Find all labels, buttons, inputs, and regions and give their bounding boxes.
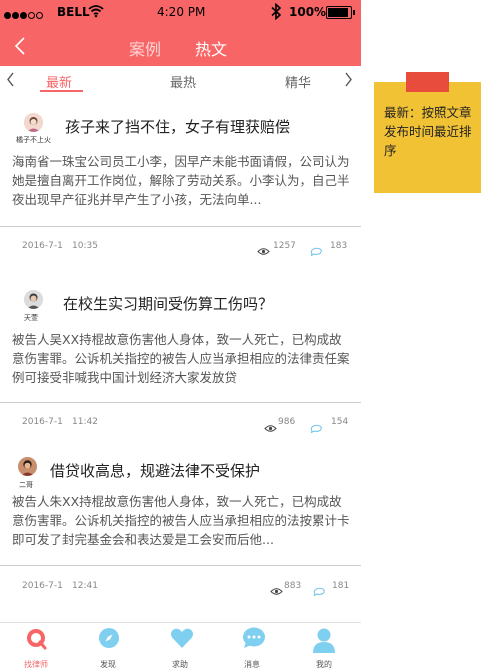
status-bar: BELL 4:20 PM 100% (0, 0, 361, 26)
article-excerpt: 被告人吴XX持棍故意伤害他人身体，致一人死亡，已构成故意伤害罪。公诉机关指控的被… (12, 332, 350, 385)
bottom-tab-bar: 找律师 发现 求助 消息 我的 (0, 623, 361, 671)
annotation-note: 最新：按照文章发布时间最近排序 (374, 72, 481, 193)
eye-icon (270, 581, 283, 600)
note-tab (406, 72, 449, 92)
author-name: 橘子不上火 (16, 136, 51, 144)
author-name: 天萱 (24, 314, 38, 322)
article-card[interactable]: 天萱 在校生实习期间受伤算工伤吗？ 被告人吴XX持棍故意伤害他人身体，致一人死亡… (0, 278, 361, 438)
comment-icon[interactable] (310, 418, 323, 437)
bottom-tab-profile[interactable]: 我的 (288, 623, 360, 671)
battery-icon (326, 6, 355, 19)
tab-cases[interactable]: 案例 (129, 36, 161, 60)
author-avatar[interactable] (18, 457, 37, 476)
bottom-tab-label: 找律师 (24, 660, 48, 669)
article-date: 2016-7-1 (22, 417, 63, 427)
article-card[interactable]: 二哥 借贷收高息，规避法律不受保护 被告人朱XX持棍故意伤害他人身体，致一人死亡… (0, 446, 361, 606)
wifi-icon (88, 4, 104, 21)
battery-percent: 100% (289, 5, 327, 19)
nav-bar: 案例 热文 (0, 26, 361, 66)
author-name: 二哥 (19, 481, 33, 489)
view-count: 883 (284, 581, 302, 591)
chevron-right-icon[interactable] (344, 71, 353, 92)
article-time: 12:41 (72, 581, 98, 591)
carrier-label: BELL (57, 5, 90, 19)
article-date: 2016-7-1 (22, 581, 63, 591)
chevron-left-icon[interactable] (6, 71, 15, 92)
article-title[interactable]: 借贷收高息，规避法律不受保护 (50, 460, 260, 481)
bottom-tab-help[interactable]: 求助 (144, 623, 216, 671)
bottom-tab-discover[interactable]: 发现 (72, 623, 144, 671)
tab-hot-articles[interactable]: 热文 (195, 36, 227, 60)
bottom-tab-label: 求助 (172, 660, 188, 669)
signal-icon (4, 8, 44, 22)
phone-screen: BELL 4:20 PM 100% 案例 热文 最新 最热 精华 橘子不上火 孩… (0, 0, 361, 671)
divider (0, 226, 361, 227)
back-arrow-icon[interactable] (14, 36, 26, 60)
search-icon (25, 627, 49, 657)
comment-count: 181 (332, 581, 350, 591)
article-card[interactable]: 橘子不上火 孩子来了挡不住，女子有理获赔偿 海南省一珠宝公司员工小李，因早产未能… (0, 96, 361, 265)
article-excerpt: 海南省一珠宝公司员工小李，因早产未能书面请假，公司认为她是擅自离开工作岗位，解除… (12, 154, 350, 207)
eye-icon (257, 241, 270, 260)
article-title[interactable]: 在校生实习期间受伤算工伤吗？ (63, 293, 273, 314)
user-icon (313, 627, 335, 657)
author-avatar[interactable] (24, 290, 43, 309)
compass-icon (98, 627, 120, 653)
comment-icon[interactable] (310, 241, 323, 260)
article-time: 11:42 (72, 417, 98, 427)
annotation-text: 最新：按照文章发布时间最近排序 (384, 105, 472, 158)
divider (0, 402, 361, 403)
bottom-tab-find-lawyer[interactable]: 找律师 (0, 623, 72, 671)
comment-icon[interactable] (313, 581, 326, 600)
sub-tab-hottest[interactable]: 最热 (170, 72, 196, 91)
view-count: 1257 (273, 241, 296, 251)
sub-tab-bar: 最新 最热 精华 (0, 66, 361, 96)
sub-tab-featured[interactable]: 精华 (285, 72, 311, 91)
author-avatar[interactable] (24, 113, 43, 132)
comment-count: 183 (330, 241, 348, 251)
bottom-tab-messages[interactable]: 消息 (216, 623, 288, 671)
divider (0, 565, 361, 566)
heart-icon (170, 627, 194, 653)
article-time: 10:35 (72, 241, 98, 251)
view-count: 986 (278, 417, 296, 427)
chat-icon (242, 627, 266, 653)
eye-icon (264, 418, 277, 437)
status-time: 4:20 PM (157, 5, 206, 19)
bluetooth-icon (270, 2, 282, 23)
article-date: 2016-7-1 (22, 241, 63, 251)
bottom-tab-label: 发现 (100, 660, 116, 669)
sub-tab-newest[interactable]: 最新 (46, 72, 72, 91)
comment-count: 154 (331, 417, 349, 427)
article-title[interactable]: 孩子来了挡不住，女子有理获赔偿 (65, 116, 290, 137)
bottom-tab-label: 我的 (316, 660, 332, 669)
bottom-tab-label: 消息 (244, 660, 260, 669)
active-tab-underline (40, 90, 83, 92)
article-excerpt: 被告人朱XX持棍故意伤害他人身体，致一人死亡，已构成故意伤害罪。公诉机关指控的被… (12, 494, 350, 547)
